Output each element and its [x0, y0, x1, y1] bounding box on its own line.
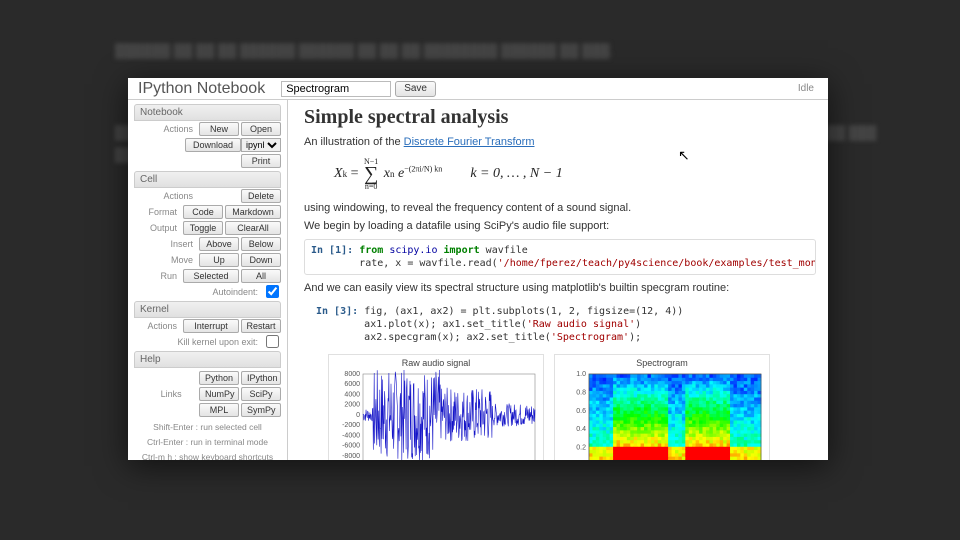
code-cell-1[interactable]: In [1]: from scipy.io import wavfile rat…: [304, 239, 816, 275]
svg-text:0.4: 0.4: [576, 426, 586, 433]
label-actions-kernel: Actions: [134, 321, 181, 331]
figure-spectrogram: Spectrogram 0.00.20.40.60.81.00500010000…: [554, 354, 770, 460]
download-format-select[interactable]: ipynb: [241, 138, 281, 152]
panel-header-help[interactable]: Help: [134, 351, 281, 368]
label-killkernel: Kill kernel upon exit:: [134, 337, 262, 347]
intro-text: An illustration of the Discrete Fourier …: [304, 135, 816, 149]
label-format: Format: [134, 207, 181, 217]
output-clearall-button[interactable]: ClearAll: [225, 221, 281, 235]
svg-text:8000: 8000: [344, 371, 360, 378]
notebook-name-input[interactable]: [281, 81, 391, 97]
figure-waveform: Raw audio signal -10000-8000-6000-4000-2…: [328, 354, 544, 460]
new-button[interactable]: New: [199, 122, 239, 136]
hint-2: Ctrl-Enter : run in terminal mode: [134, 435, 281, 450]
link-scipy[interactable]: SciPy: [241, 387, 281, 401]
print-button[interactable]: Print: [241, 154, 281, 168]
insert-below-button[interactable]: Below: [241, 237, 281, 251]
figure-spectrogram-title: Spectrogram: [636, 357, 688, 370]
label-actions: Actions: [134, 124, 197, 134]
delete-button[interactable]: Delete: [241, 189, 281, 203]
svg-text:2000: 2000: [344, 402, 360, 409]
link-numpy[interactable]: NumPy: [199, 387, 239, 401]
label-autoindent: Autoindent:: [134, 287, 262, 297]
move-up-button[interactable]: Up: [199, 253, 239, 267]
brand-title: IPython Notebook: [128, 80, 275, 98]
link-sympy[interactable]: SymPy: [241, 403, 281, 417]
label-actions-cell: Actions: [134, 191, 197, 201]
p2: using windowing, to reveal the frequency…: [304, 201, 816, 215]
label-links: Links: [134, 389, 186, 399]
open-button[interactable]: Open: [241, 122, 281, 136]
spectrogram-plot: 0.00.20.40.60.81.00500010000150002000025…: [557, 370, 767, 460]
link-python[interactable]: Python: [199, 371, 239, 385]
content-area[interactable]: Simple spectral analysis An illustration…: [288, 100, 828, 460]
svg-text:-2000: -2000: [342, 422, 360, 429]
label-insert: Insert: [134, 239, 197, 249]
svg-text:0.2: 0.2: [576, 445, 586, 452]
move-down-button[interactable]: Down: [241, 253, 281, 267]
panel-header-cell[interactable]: Cell: [134, 171, 281, 188]
topbar: IPython Notebook Save Idle: [128, 78, 828, 100]
insert-above-button[interactable]: Above: [199, 237, 239, 251]
waveform-plot: -10000-8000-6000-4000-200002000400060008…: [331, 370, 541, 460]
p4: And we can easily view its spectral stru…: [304, 281, 816, 295]
format-code-button[interactable]: Code: [183, 205, 223, 219]
sidebar: Notebook Actions New Open Download ipynb…: [128, 100, 288, 460]
output-toggle-button[interactable]: Toggle: [183, 221, 223, 235]
svg-text:-6000: -6000: [342, 443, 360, 450]
svg-text:0.8: 0.8: [576, 389, 586, 396]
code-cell-3[interactable]: In [3]: fig, (ax1, ax2) = plt.subplots(1…: [304, 301, 816, 348]
figure-waveform-title: Raw audio signal: [402, 357, 471, 370]
svg-text:1.0: 1.0: [576, 371, 586, 378]
interrupt-button[interactable]: Interrupt: [183, 319, 239, 333]
page-title: Simple spectral analysis: [304, 106, 816, 129]
panel-header-notebook[interactable]: Notebook: [134, 104, 281, 121]
label-run: Run: [134, 271, 181, 281]
run-selected-button[interactable]: Selected: [183, 269, 239, 283]
notebook-window: IPython Notebook Save Idle Notebook Acti…: [128, 78, 828, 460]
download-button[interactable]: Download: [185, 138, 241, 152]
autoindent-checkbox[interactable]: [266, 285, 279, 298]
svg-text:6000: 6000: [344, 381, 360, 388]
label-move: Move: [134, 255, 197, 265]
hint-1: Shift-Enter : run selected cell: [134, 420, 281, 435]
svg-text:0.6: 0.6: [576, 408, 586, 415]
link-ipython[interactable]: IPython: [241, 371, 281, 385]
panel-header-kernel[interactable]: Kernel: [134, 301, 281, 318]
link-dft[interactable]: Discrete Fourier Transform: [404, 136, 535, 148]
save-button[interactable]: Save: [395, 81, 436, 97]
svg-text:-4000: -4000: [342, 432, 360, 439]
formula: Xk = N−1∑n=0 xn e−(2πi/N) kn k = 0, … , …: [304, 153, 816, 197]
p3: We begin by loading a datafile using Sci…: [304, 219, 816, 233]
restart-button[interactable]: Restart: [241, 319, 281, 333]
format-markdown-button[interactable]: Markdown: [225, 205, 281, 219]
run-all-button[interactable]: All: [241, 269, 281, 283]
kill-kernel-checkbox[interactable]: [266, 335, 279, 348]
svg-text:4000: 4000: [344, 391, 360, 398]
kernel-status: Idle: [798, 83, 822, 94]
hint-3: Ctrl-m h : show keyboard shortcuts: [134, 450, 281, 460]
svg-text:0: 0: [356, 412, 360, 419]
svg-text:-8000: -8000: [342, 453, 360, 460]
label-output: Output: [134, 223, 181, 233]
link-mpl[interactable]: MPL: [199, 403, 239, 417]
